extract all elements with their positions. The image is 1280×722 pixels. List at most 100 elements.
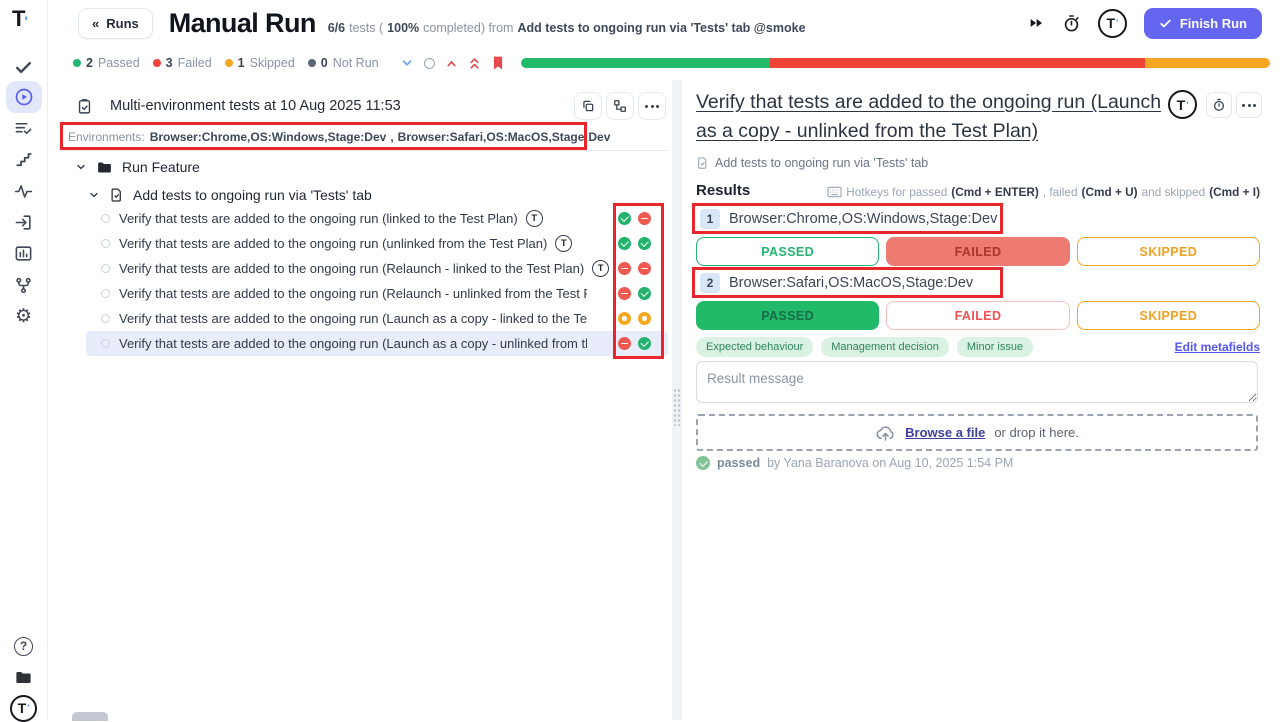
author-avatar-icon: T: [526, 210, 543, 227]
edit-metafields-link[interactable]: Edit metafields: [1175, 340, 1260, 354]
results-heading: Results: [696, 182, 750, 199]
test-row[interactable]: Verify that tests are added to the ongoi…: [48, 306, 672, 331]
run-clipboard-icon: [76, 98, 93, 115]
sidebar-item-runs-play-circle-icon[interactable]: [6, 81, 42, 113]
result-environment-1: 1 Browser:Chrome,OS:Windows,Stage:Dev: [700, 204, 997, 234]
run-name: Multi-environment tests at 10 Aug 2025 1…: [110, 98, 401, 114]
failed-button[interactable]: FAILED: [886, 301, 1069, 330]
document-icon: [696, 156, 709, 170]
test-row[interactable]: Verify that tests are added to the ongoi…: [48, 331, 672, 356]
circle-filter-icon[interactable]: [424, 58, 435, 69]
sidebar-item-plans-list-check-icon[interactable]: [7, 114, 41, 142]
author-avatar-icon: T: [555, 235, 572, 252]
collapse-chevron-down-icon[interactable]: [400, 56, 414, 70]
sidebar-item-activity-pulse-icon[interactable]: [7, 177, 41, 205]
sidebar-item-steps-icon[interactable]: [7, 146, 41, 174]
help-icon[interactable]: ?: [7, 632, 41, 660]
back-to-runs-button[interactable]: « Runs: [78, 8, 153, 39]
tag-chip[interactable]: Expected behaviour: [696, 337, 813, 357]
more-options-button[interactable]: [638, 92, 666, 120]
tree-node-suite[interactable]: Add tests to ongoing run via 'Tests' tab: [88, 182, 372, 208]
browse-file-link[interactable]: Browse a file: [905, 425, 985, 440]
test-row[interactable]: Verify that tests are added to the ongoi…: [48, 281, 672, 306]
priority-up-icon[interactable]: [445, 57, 458, 70]
test-row[interactable]: Verify that tests are added to the ongoi…: [48, 256, 672, 281]
test-row[interactable]: Verify that tests are added to the ongoi…: [48, 231, 672, 256]
sidebar-item-branch-icon[interactable]: [7, 271, 41, 299]
workspace-logo-icon[interactable]: T': [7, 694, 41, 722]
result-buttons-env-2: PASSED FAILED SKIPPED: [696, 301, 1260, 330]
failed-count: 3 Failed: [153, 56, 212, 70]
result-buttons-env-1: PASSED FAILED SKIPPED: [696, 237, 1260, 266]
test-state-circle-icon[interactable]: [101, 289, 110, 298]
environment-number-badge: 2: [700, 273, 720, 293]
sidebar-item-analytics-chart-icon[interactable]: [7, 239, 41, 267]
failed-button[interactable]: FAILED: [886, 237, 1069, 266]
passed-check-icon: [696, 456, 710, 470]
failed-status-icon: [618, 337, 631, 350]
skipped-button[interactable]: SKIPPED: [1077, 237, 1260, 266]
test-timer-button[interactable]: [1206, 92, 1232, 118]
sidebar-item-settings-gear-icon[interactable]: ⚙: [7, 302, 41, 330]
test-state-circle-icon[interactable]: [101, 339, 110, 348]
run-tree-panel: Multi-environment tests at 10 Aug 2025 1…: [48, 80, 672, 720]
splitter-drag-handle[interactable]: [673, 388, 681, 426]
result-environment-2: 2 Browser:Safari,OS:MacOS,Stage:Dev: [700, 268, 973, 298]
metafield-tags: Expected behaviour Management decision M…: [696, 337, 1033, 357]
env-status-pair: [618, 262, 651, 275]
sidebar-item-tests-check-icon[interactable]: [7, 53, 41, 81]
sidebar: T' ⚙ ? T': [0, 0, 48, 720]
tree-view-button[interactable]: [606, 92, 634, 120]
chevron-down-icon[interactable]: [75, 161, 87, 173]
environments-line: Environments: Browser:Chrome,OS:Windows,…: [48, 124, 672, 150]
sidebar-item-import-icon[interactable]: [7, 208, 41, 236]
finish-run-button[interactable]: Finish Run: [1144, 8, 1262, 39]
app-logo-icon[interactable]: T': [12, 6, 27, 32]
skipped-button[interactable]: SKIPPED: [1077, 301, 1260, 330]
file-dropzone[interactable]: Browse a file or drop it here.: [696, 414, 1258, 451]
folder-icon: [96, 159, 113, 176]
test-state-circle-icon[interactable]: [101, 264, 110, 273]
tag-chip[interactable]: Management decision: [821, 337, 949, 357]
test-list: Verify that tests are added to the ongoi…: [48, 206, 672, 356]
tag-chip[interactable]: Minor issue: [957, 337, 1033, 357]
skipped-dot-icon: [225, 59, 233, 67]
passed-status-icon: [618, 212, 631, 225]
progress-segment-failed: [770, 58, 1145, 68]
passed-status-icon: [638, 337, 651, 350]
test-state-circle-icon[interactable]: [101, 314, 110, 323]
passed-status-icon: [638, 237, 651, 250]
projects-folder-icon[interactable]: [7, 663, 41, 691]
test-more-options-button[interactable]: [1236, 92, 1262, 118]
test-row[interactable]: Verify that tests are added to the ongoi…: [48, 206, 672, 231]
tree-node-feature[interactable]: Run Feature: [75, 154, 200, 180]
passed-button[interactable]: PASSED: [696, 237, 879, 266]
failed-status-icon: [618, 262, 631, 275]
suite-breadcrumb[interactable]: Add tests to ongoing run via 'Tests' tab: [696, 156, 928, 170]
user-avatar-logo-icon[interactable]: T': [1098, 9, 1127, 38]
back-chevrons-icon: «: [92, 16, 99, 31]
timer-icon[interactable]: [1062, 14, 1081, 33]
test-state-circle-icon[interactable]: [101, 239, 110, 248]
failed-dot-icon: [153, 59, 161, 67]
bookmark-icon[interactable]: [491, 55, 505, 71]
divider: [62, 150, 668, 151]
panel-splitter: [672, 80, 682, 720]
test-state-circle-icon[interactable]: [101, 214, 110, 223]
test-title-link[interactable]: Verify that tests are added to the ongoi…: [696, 88, 1171, 146]
chevron-down-icon[interactable]: [88, 189, 100, 201]
fast-forward-icon[interactable]: [1027, 15, 1045, 31]
notrun-count: 0 Not Run: [308, 56, 379, 70]
copy-run-button[interactable]: [574, 92, 602, 120]
passed-dot-icon: [73, 59, 81, 67]
passed-button[interactable]: PASSED: [696, 301, 879, 330]
priority-double-up-icon[interactable]: [468, 56, 481, 71]
author-avatar-icon: T: [592, 260, 609, 277]
progress-segment-passed: [521, 58, 771, 68]
stopwatch-icon: [1212, 98, 1226, 112]
result-history-line: passed by Yana Baranova on Aug 10, 2025 …: [696, 456, 1013, 470]
notrun-dot-icon: [308, 59, 316, 67]
result-message-input[interactable]: [696, 361, 1258, 403]
tree-structure-icon: [613, 99, 627, 113]
ellipsis-icon: [1242, 104, 1256, 107]
